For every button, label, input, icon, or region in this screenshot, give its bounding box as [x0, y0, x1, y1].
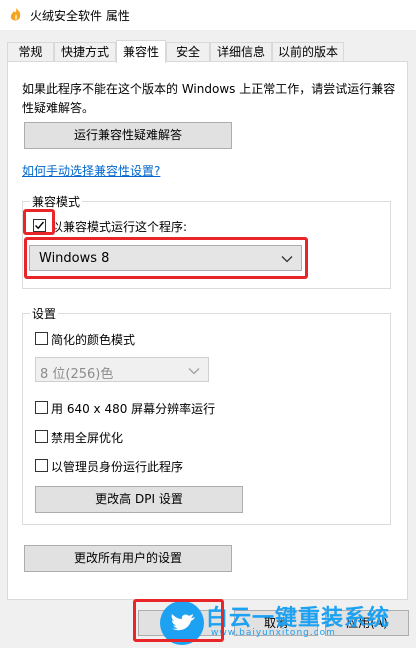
color-depth-select: 8 位(256)色: [35, 357, 209, 382]
change-all-users-button[interactable]: 更改所有用户的设置: [24, 545, 232, 572]
tab-strip: 常规 快捷方式 兼容性 安全 详细信息 以前的版本: [0, 40, 416, 63]
compat-mode-checkbox[interactable]: [33, 219, 46, 232]
res-640-checkbox[interactable]: [35, 401, 48, 414]
checkmark-icon: [35, 221, 45, 230]
tab-general[interactable]: 常规: [7, 42, 54, 61]
chevron-down-icon: [188, 368, 200, 375]
window-title: 火绒安全软件 属性: [30, 9, 130, 23]
tab-previous-versions[interactable]: 以前的版本: [272, 42, 344, 61]
disable-fullscreen-checkbox[interactable]: [35, 430, 48, 443]
chevron-down-icon: [281, 256, 293, 263]
disable-fullscreen-label: 禁用全屏优化: [51, 431, 124, 445]
os-compat-select-value: Windows 8: [39, 251, 110, 266]
tab-security[interactable]: 安全: [166, 42, 210, 61]
res-640-label: 用 640 x 480 屏幕分辨率运行: [51, 402, 216, 416]
intro-text: 如果此程序不能在这个版本的 Windows 上正常工作，请尝试运行兼容性疑难解答…: [22, 82, 396, 115]
manual-settings-link[interactable]: 如何手动选择兼容性设置?: [22, 162, 160, 179]
title-bar: 火绒安全软件 属性: [0, 0, 416, 30]
reduced-color-checkbox[interactable]: [35, 332, 48, 345]
tab-compatibility[interactable]: 兼容性: [116, 40, 166, 63]
watermark-url: www.baiyunxitong.com: [211, 628, 336, 638]
settings-group-label: 设置: [30, 305, 59, 322]
bird-icon: [171, 614, 195, 631]
os-compat-select[interactable]: Windows 8: [29, 245, 302, 271]
reduced-color-label: 简化的颜色模式: [51, 333, 136, 347]
tab-details[interactable]: 详细信息: [210, 42, 272, 61]
run-troubleshooter-button[interactable]: 运行兼容性疑难解答: [24, 122, 232, 149]
change-dpi-button[interactable]: 更改高 DPI 设置: [35, 486, 243, 513]
bird-logo-icon: [160, 601, 204, 645]
compat-mode-label: 兼容模式: [30, 193, 83, 210]
run-as-admin-label: 以管理员身份运行此程序: [51, 460, 184, 474]
color-depth-select-value: 8 位(256)色: [40, 367, 114, 382]
app-icon: [10, 8, 21, 21]
tab-shortcut[interactable]: 快捷方式: [54, 42, 116, 61]
compat-mode-checkbox-label: 以兼容模式运行这个程序:: [51, 220, 188, 234]
run-as-admin-checkbox[interactable]: [35, 459, 48, 472]
